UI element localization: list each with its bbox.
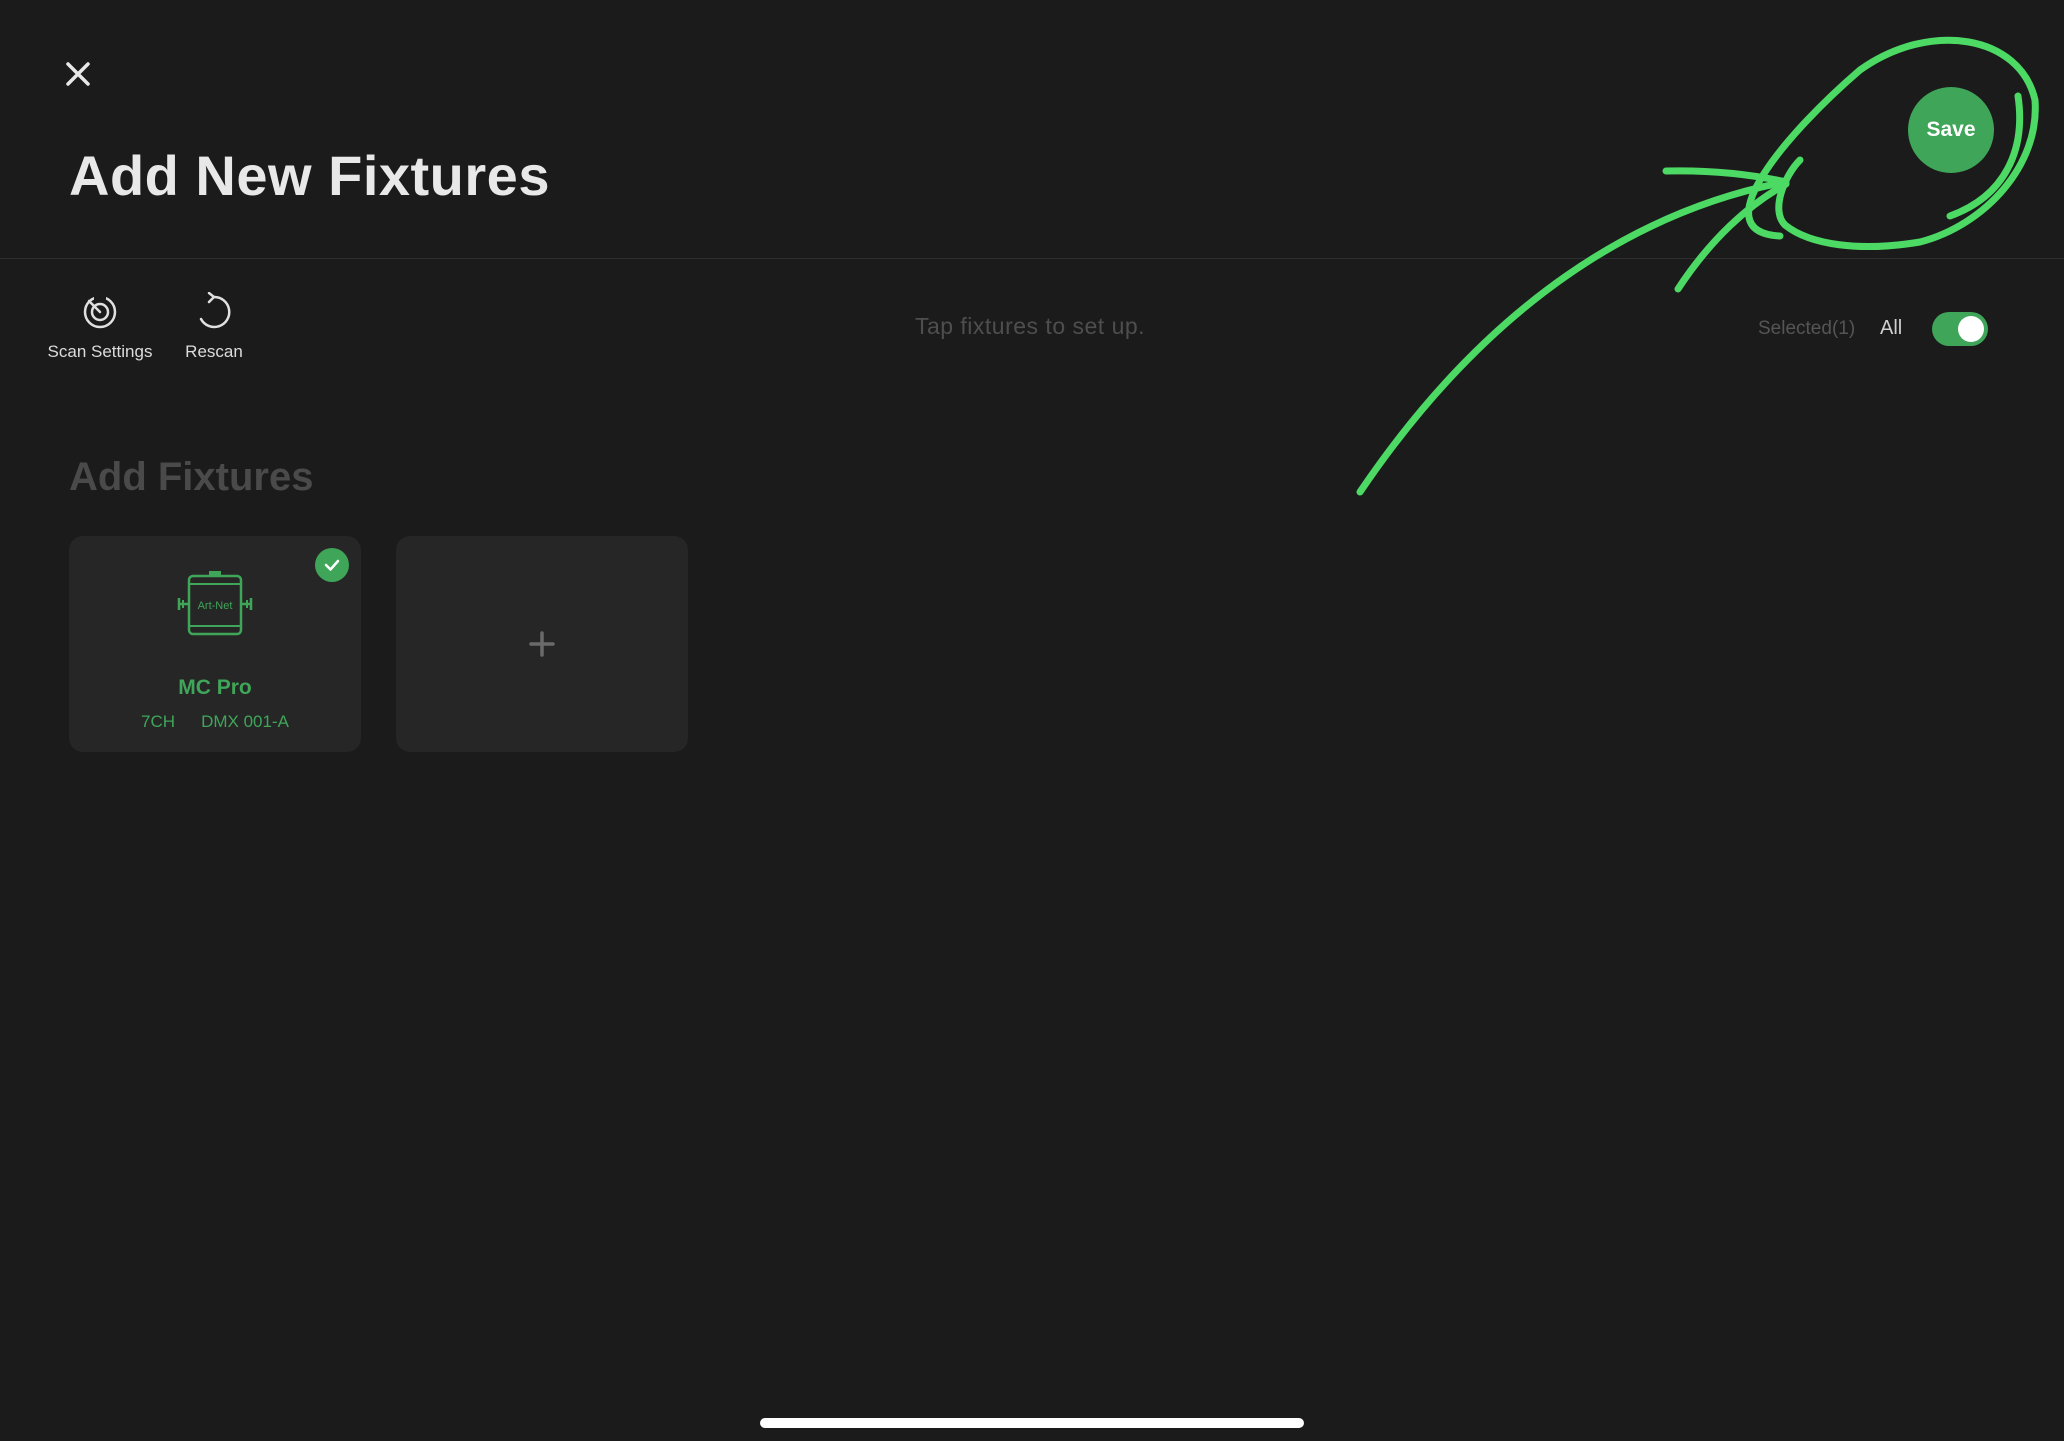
close-icon[interactable] (56, 52, 100, 96)
close-button[interactable] (56, 52, 100, 96)
rescan-label: Rescan (185, 342, 243, 361)
fixture-card[interactable]: Art-Net MC Pro 7CH DMX 001-A (69, 536, 361, 752)
select-all-label: All (1880, 317, 1903, 339)
annotation-arrow-head-upper (1662, 167, 1790, 186)
annotation-circle (1745, 36, 2039, 250)
select-all-toggle[interactable] (1932, 312, 1988, 346)
annotation-arrow-shaft (1356, 178, 1789, 496)
add-fixture-button[interactable] (396, 536, 688, 752)
fixture-meta: 7CH DMX 001-A (69, 712, 361, 732)
annotation-arrow-head-lower (1674, 180, 1790, 293)
fixture-protocol-label: Art-Net (197, 600, 233, 612)
plus-icon (529, 631, 555, 657)
home-indicator (760, 1418, 1304, 1428)
selected-check-icon (315, 548, 349, 582)
fixture-address: DMX 001-A (201, 712, 289, 731)
fixture-name: MC Pro (178, 676, 252, 699)
fixture-channels: 7CH (141, 712, 176, 731)
refresh-icon (199, 292, 231, 329)
fixture-panel-icon: Art-Net (175, 570, 255, 642)
rescan-button[interactable]: Rescan (170, 292, 258, 362)
toggle-knob (1958, 316, 1984, 342)
scan-settings-label: Scan Settings (47, 342, 153, 361)
scan-settings-icon (83, 295, 117, 329)
scan-settings-button[interactable]: Scan Settings (40, 292, 160, 362)
setup-hint: Tap fixtures to set up. (914, 313, 1146, 339)
selected-count: Selected(1) (1758, 318, 1856, 339)
section-title: Add Fixtures (69, 455, 314, 499)
header-divider (0, 258, 2064, 259)
page-title: Add New Fixtures (69, 144, 550, 207)
save-button[interactable]: Save (1908, 87, 1994, 173)
